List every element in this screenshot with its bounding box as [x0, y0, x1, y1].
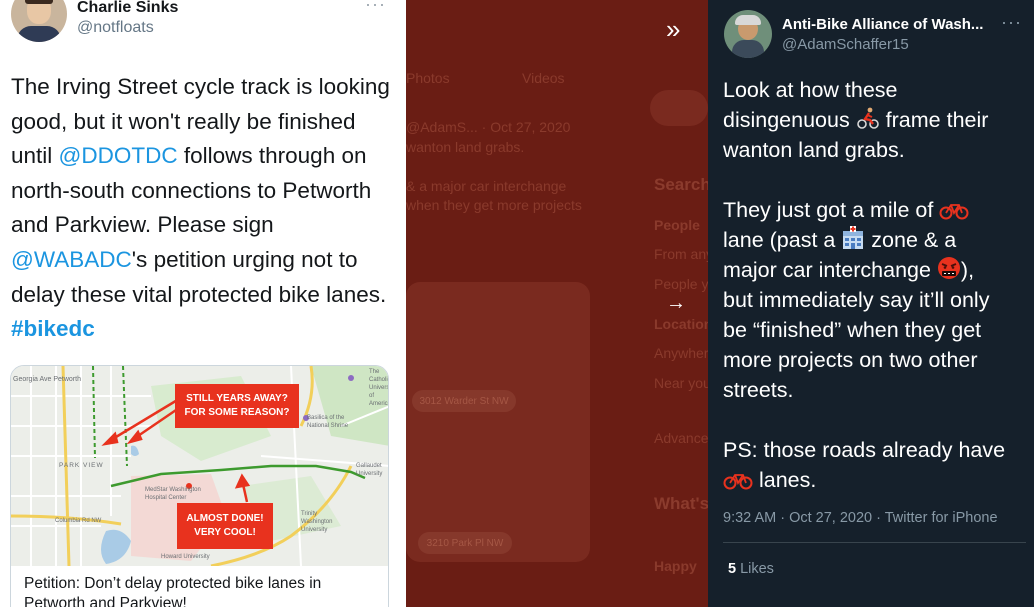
tweet-text-part: major car interchange [723, 258, 937, 282]
map-label: The Catholic University of America [369, 369, 389, 407]
author-avatar[interactable] [724, 10, 772, 58]
map-label: Georgia Ave Petworth [13, 376, 81, 383]
bg-tweet-line: wanton land grabs. [406, 139, 525, 155]
mention-link[interactable]: @WABADC [11, 247, 132, 272]
tweet-text-part: lane (past a [723, 228, 842, 252]
hashtag-link[interactable]: #bikedc [11, 316, 95, 341]
card-title[interactable]: Petition: Don’t delay protected bike lan… [24, 574, 379, 607]
map-label: Gallaudet University [356, 463, 383, 477]
author-name[interactable]: Charlie Sinks [77, 0, 178, 17]
left-tweet: Charlie Sinks @notfloats ··· The Irving … [0, 0, 406, 607]
bg-from-anyone: From anyone [654, 246, 708, 262]
map-label: PARK VIEW [59, 462, 104, 469]
nav-prev-icon[interactable]: » [666, 16, 680, 42]
avatar-helmet [735, 15, 761, 25]
background-page: Photos Videos @AdamS... · Oct 27, 2020 w… [406, 0, 708, 607]
bg-address-pill: 3012 Warder St NW [412, 390, 516, 412]
callout-still-years-away: STILL YEARS AWAY? FOR SOME REASON? [175, 384, 299, 428]
bg-near-you: Near you [654, 375, 708, 391]
tweet-line: streets. [723, 378, 794, 402]
tweet-text-part: They just got a mile of [723, 198, 940, 222]
tweet-text-part: lanes. [753, 468, 817, 492]
map-label: MedStar Washington Hospital Center [145, 487, 201, 501]
tweet-text-part: ), [960, 258, 975, 282]
right-tweet: Anti-Bike Alliance of Wash... @AdamSchaf… [708, 0, 1034, 607]
bg-anywhere: Anywhere [654, 345, 708, 361]
tweet-line: They just got a mile of [723, 195, 1029, 225]
tweet-text-part: zone & a [865, 228, 957, 252]
tweet-text: The Irving Street cycle track is looking… [11, 70, 401, 347]
tweet-text-part: disingenuous [723, 108, 856, 132]
bg-people: People [654, 217, 700, 233]
bg-happy: Happy [654, 558, 697, 574]
likes-count[interactable]: 5 Likes [728, 561, 774, 577]
bg-search-box [650, 90, 708, 126]
angry-face-emoji-icon [937, 257, 960, 279]
avatar-hair [25, 0, 53, 4]
bicycle-emoji-icon [939, 204, 969, 220]
avatar-body [732, 40, 764, 58]
tweet-text-part: frame their [879, 108, 989, 132]
tweet-line: Look at how these [723, 78, 898, 102]
bg-tab-photos: Photos [406, 70, 450, 86]
tweet-line: be “finished” when they get [723, 318, 982, 342]
bg-whats-happening: What's happening [654, 494, 708, 513]
tweet-text: Look at how these disingenuous frame the… [723, 75, 1029, 495]
tweet-line: more projects on two other [723, 348, 978, 372]
callout-line: ALMOST DONE! [186, 513, 264, 524]
map-image: Georgia Ave Petworth The Catholic Univer… [11, 366, 389, 566]
tweet-line: lane (past a zone & a [723, 225, 1029, 255]
more-options-icon[interactable]: ··· [1001, 12, 1022, 33]
cyclist-emoji-icon [856, 107, 879, 129]
map-label: Columbia Rd NW [55, 518, 102, 524]
screenshot-stage: Charlie Sinks @notfloats ··· The Irving … [0, 0, 1034, 607]
bg-tweet-line: when they get more projects [406, 197, 582, 213]
tweet-line: disingenuous frame their [723, 105, 1029, 135]
nav-next-icon[interactable]: → [666, 290, 686, 316]
callout-line: STILL YEARS AWAY? [186, 393, 288, 404]
bg-media-box [406, 282, 590, 562]
callout-line: VERY COOL! [194, 527, 256, 538]
likes-number: 5 [728, 561, 737, 577]
more-options-icon[interactable]: ··· [365, 0, 386, 15]
avatar-shirt [17, 26, 61, 42]
likes-label: Likes [740, 561, 774, 577]
map-label: Basilica of the National Shrine [307, 415, 349, 429]
tweet-line: major car interchange ), [723, 255, 1029, 285]
link-preview-card[interactable]: Georgia Ave Petworth The Catholic Univer… [10, 365, 389, 607]
tweet-line: PS: those roads already have [723, 438, 1006, 462]
map-label: Trinity Washington University [301, 511, 333, 533]
bg-advanced: Advanced search [654, 430, 708, 446]
bg-tweet-line: & a major car interchange [406, 178, 567, 194]
bg-search-header: Search [654, 175, 708, 194]
tweet-line: wanton land grabs. [723, 138, 905, 162]
author-handle[interactable]: @notfloats [77, 19, 154, 37]
author-avatar[interactable] [11, 0, 67, 42]
callout-line: FOR SOME REASON? [184, 407, 290, 418]
divider [723, 542, 1026, 543]
hospital-emoji-icon [843, 226, 864, 249]
bg-tab-videos: Videos [522, 70, 565, 86]
mention-link[interactable]: @DDOTDC [59, 143, 178, 168]
tweet-timestamp[interactable]: 9:32 AM · Oct 27, 2020 · Twitter for iPh… [723, 510, 998, 526]
tweet-line: lanes. [723, 465, 1029, 495]
author-name[interactable]: Anti-Bike Alliance of Wash... [782, 16, 992, 33]
callout-almost-done: ALMOST DONE! VERY COOL! [177, 503, 273, 549]
map-label: Howard University [161, 554, 210, 560]
bg-location: Location [654, 316, 708, 332]
bg-address-pill: 3210 Park Pl NW [418, 532, 512, 554]
bg-tweet-meta: @AdamS... · Oct 27, 2020 [406, 119, 571, 135]
author-handle[interactable]: @AdamSchaffer15 [782, 36, 909, 53]
tweet-line: but immediately say it’ll only [723, 288, 990, 312]
bicycle-emoji-icon [723, 474, 753, 490]
